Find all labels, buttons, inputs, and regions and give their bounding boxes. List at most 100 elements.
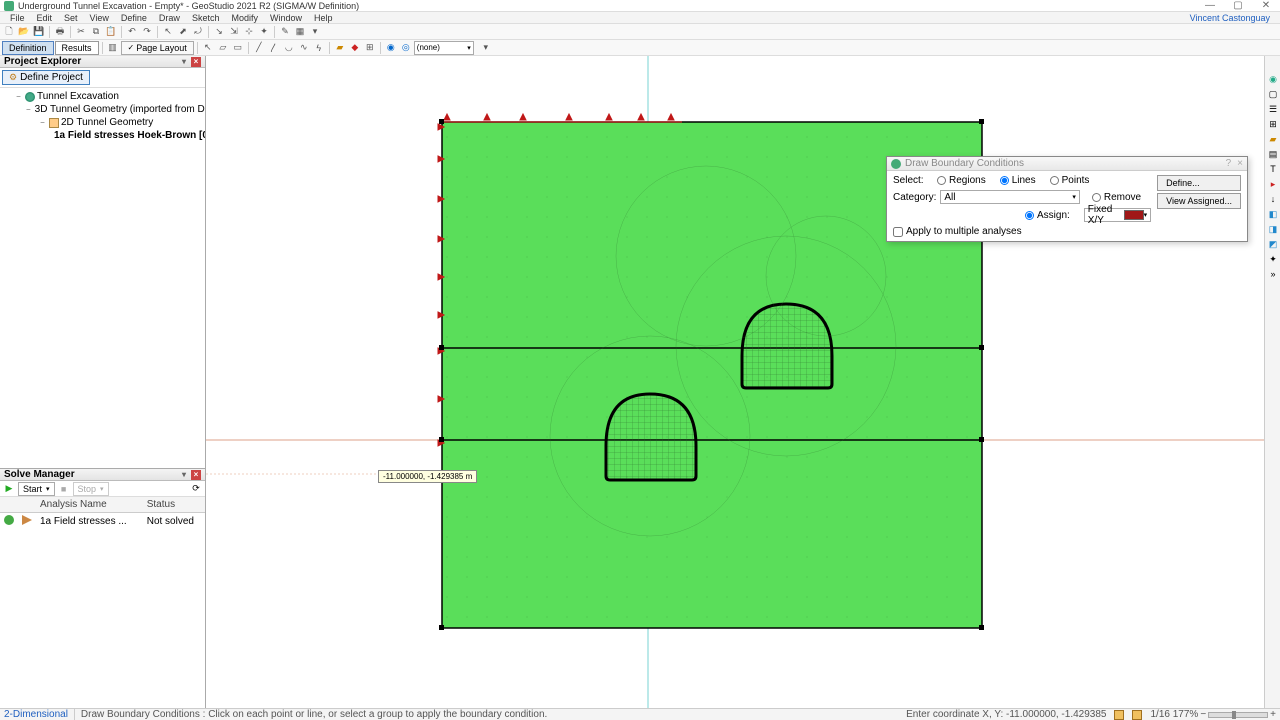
menu-set[interactable]: Set xyxy=(58,13,84,23)
dialog-help-icon[interactable]: ? xyxy=(1226,158,1232,169)
view2-icon[interactable]: ◎ xyxy=(399,41,413,55)
solve-stop-dropdown[interactable]: Stop xyxy=(73,482,109,496)
tool7-icon[interactable]: ✦ xyxy=(257,25,271,39)
status-icon2[interactable] xyxy=(1132,710,1142,720)
save-icon[interactable]: 💾 xyxy=(32,25,46,39)
status-icon1[interactable] xyxy=(1114,710,1124,720)
region-icon[interactable]: ▱ xyxy=(216,41,230,55)
menu-help[interactable]: Help xyxy=(308,13,339,23)
rtool-table-icon[interactable]: ▤ xyxy=(1266,147,1280,161)
print-icon[interactable]: 🖶 xyxy=(53,25,67,39)
solve-pin-icon[interactable]: ▾ xyxy=(179,470,189,480)
layer-dropdown[interactable]: (none) xyxy=(414,41,474,55)
table-row[interactable]: 1a Field stresses ... Not solved xyxy=(0,513,205,531)
line-icon[interactable]: ╱ xyxy=(252,41,266,55)
spline-icon[interactable]: ϟ xyxy=(312,41,326,55)
paste-icon[interactable]: 📋 xyxy=(104,25,118,39)
tree-node-3d[interactable]: −3D Tunnel Geometry (imported from DXG) xyxy=(2,103,203,116)
pointer-icon[interactable]: ↖ xyxy=(201,41,215,55)
tool1-icon[interactable]: ↖ xyxy=(161,25,175,39)
radio-points[interactable] xyxy=(1050,176,1059,185)
menu-view[interactable]: View xyxy=(84,13,115,23)
zoom-slider[interactable] xyxy=(1208,712,1268,718)
category-dropdown[interactable]: All xyxy=(940,190,1080,204)
zoom-in-icon[interactable]: + xyxy=(1270,709,1276,720)
radio-assign[interactable] xyxy=(1025,211,1034,220)
rtool-result-icon[interactable]: ◧ xyxy=(1266,207,1280,221)
rtool-bc-icon[interactable]: ▸ xyxy=(1266,177,1280,191)
menu-window[interactable]: Window xyxy=(264,13,308,23)
tree-node-2d[interactable]: −2D Tunnel Geometry xyxy=(2,116,203,129)
stop-icon[interactable]: ■ xyxy=(57,482,71,496)
menu-draw[interactable]: Draw xyxy=(153,13,186,23)
apply-multiple-checkbox[interactable] xyxy=(893,227,903,237)
menu-modify[interactable]: Modify xyxy=(225,13,264,23)
panel-pin-icon[interactable]: ▾ xyxy=(179,57,189,67)
material-icon[interactable]: ▰ xyxy=(333,41,347,55)
menu-sketch[interactable]: Sketch xyxy=(186,13,226,23)
tool3-icon[interactable]: ⤾ xyxy=(191,25,205,39)
rtool-material-icon[interactable]: ▰ xyxy=(1266,132,1280,146)
menu-edit[interactable]: Edit xyxy=(31,13,59,23)
new-icon[interactable]: 🗋 xyxy=(2,25,16,39)
bc-icon[interactable]: ◆ xyxy=(348,41,362,55)
page-layout-toggle[interactable]: Page Layout xyxy=(121,41,194,55)
radio-regions[interactable] xyxy=(937,176,946,185)
rtool-expand-icon[interactable]: » xyxy=(1266,267,1280,281)
define-button[interactable]: Define... xyxy=(1157,175,1241,191)
maximize-button[interactable]: ▢ xyxy=(1228,0,1248,11)
solve-close-icon[interactable]: × xyxy=(191,470,201,480)
minimize-button[interactable]: — xyxy=(1200,0,1220,11)
arc-icon[interactable]: ◡ xyxy=(282,41,296,55)
refresh-icon[interactable]: ⟳ xyxy=(189,482,203,496)
view-assigned-button[interactable]: View Assigned... xyxy=(1157,193,1241,209)
radio-remove[interactable] xyxy=(1092,193,1101,202)
layer-expand-icon[interactable]: ▾ xyxy=(479,41,493,55)
tool5-icon[interactable]: ⇲ xyxy=(227,25,241,39)
tool10-icon[interactable]: ▾ xyxy=(308,25,322,39)
user-name[interactable]: Vincent Castonguay xyxy=(1184,13,1276,23)
panel-close-icon[interactable]: × xyxy=(191,57,201,67)
copy-icon[interactable]: ⧉ xyxy=(89,25,103,39)
redo-icon[interactable]: ↷ xyxy=(140,25,154,39)
tree-node-analysis[interactable]: 1a Field stresses Hoek-Brown [0 sec] xyxy=(2,129,203,142)
definition-tab[interactable]: Definition xyxy=(2,41,54,55)
tool6-icon[interactable]: ⊹ xyxy=(242,25,256,39)
rtool-graph-icon[interactable]: ◨ xyxy=(1266,222,1280,236)
rtool-load-icon[interactable]: ↓ xyxy=(1266,192,1280,206)
box-icon[interactable]: ▭ xyxy=(231,41,245,55)
solve-start-dropdown[interactable]: Start xyxy=(18,482,55,496)
curve-icon[interactable]: ∿ xyxy=(297,41,311,55)
define-project-button[interactable]: Define Project xyxy=(2,70,90,85)
rtool-globe-icon[interactable]: ◉ xyxy=(1266,72,1280,86)
zoom-out-icon[interactable]: − xyxy=(1200,709,1206,720)
rtool-box-icon[interactable]: ▢ xyxy=(1266,87,1280,101)
canvas[interactable]: -11.000000, -1.429385 m Draw Boundary Co… xyxy=(206,56,1264,708)
dialog-close-icon[interactable]: × xyxy=(1237,158,1243,169)
tree-root[interactable]: −Tunnel Excavation xyxy=(2,90,203,103)
rtool-mesh-icon[interactable]: ⊞ xyxy=(1266,117,1280,131)
rtool-contour-icon[interactable]: ◩ xyxy=(1266,237,1280,251)
play-icon[interactable]: ▶ xyxy=(2,482,16,496)
cut-icon[interactable]: ✂ xyxy=(74,25,88,39)
results-tab[interactable]: Results xyxy=(55,41,99,55)
tool2-icon[interactable]: ⬈ xyxy=(176,25,190,39)
mesh-icon[interactable]: ⊞ xyxy=(363,41,377,55)
close-button[interactable]: ✕ xyxy=(1256,0,1276,11)
tool8-icon[interactable]: ✎ xyxy=(278,25,292,39)
undo-icon[interactable]: ↶ xyxy=(125,25,139,39)
tool9-icon[interactable]: ▦ xyxy=(293,25,307,39)
rtool-text-icon[interactable]: T xyxy=(1266,162,1280,176)
polyline-icon[interactable]: 〳 xyxy=(267,41,281,55)
layout-icon[interactable]: ▥ xyxy=(106,41,120,55)
rtool-settings-icon[interactable]: ✦ xyxy=(1266,252,1280,266)
view1-icon[interactable]: ◉ xyxy=(384,41,398,55)
menu-file[interactable]: File xyxy=(4,13,31,23)
assign-dropdown[interactable]: Fixed X/Y xyxy=(1084,208,1151,222)
menu-define[interactable]: Define xyxy=(115,13,153,23)
open-icon[interactable]: 📂 xyxy=(17,25,31,39)
rtool-layers-icon[interactable]: ☰ xyxy=(1266,102,1280,116)
radio-lines[interactable] xyxy=(1000,176,1009,185)
dialog-titlebar[interactable]: Draw Boundary Conditions ?× xyxy=(887,157,1247,171)
tool4-icon[interactable]: ↘ xyxy=(212,25,226,39)
